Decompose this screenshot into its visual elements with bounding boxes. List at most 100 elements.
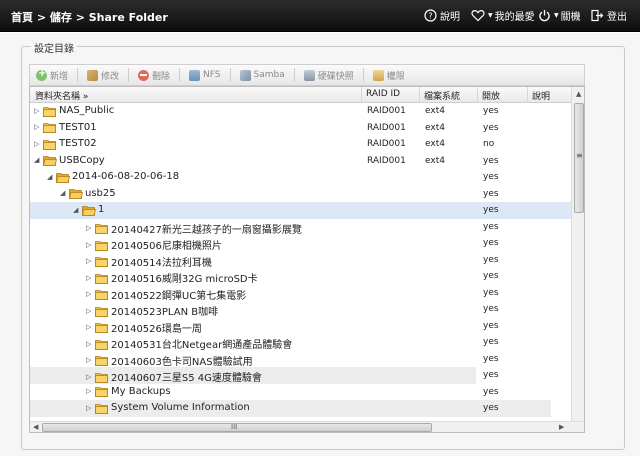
table-row[interactable]: ◢ 1 yes	[30, 202, 571, 219]
folder-name-cell: ▷ TEST02	[34, 138, 97, 150]
table-row[interactable]: ◢ 2014-06-08-20-06-18 yes	[30, 169, 571, 186]
column-header-public[interactable]: 開放	[482, 89, 500, 102]
scroll-up-icon[interactable]: ▲	[576, 90, 581, 98]
folder-name: 1	[98, 204, 105, 215]
logout-label: 登出	[607, 12, 627, 23]
expand-arrow-icon[interactable]: ▷	[34, 123, 43, 131]
help-link[interactable]: ? 說明	[424, 8, 460, 23]
folder-name: 20140516威剛32G microSD卡	[111, 274, 258, 285]
folder-grid: 資料夾名稱 » RAID ID 檔案系統 開放 說明 ▷ NAS_Public RA…	[29, 86, 585, 433]
column-header-desc[interactable]: 說明	[532, 89, 550, 102]
folder-name: 20140522鋼彈UC第七集電影	[111, 290, 247, 302]
samba-icon	[239, 69, 251, 81]
table-row[interactable]: ▷ 20140526環島一周 yes	[30, 318, 571, 335]
vertical-scroll-thumb[interactable]: ≡	[574, 103, 584, 213]
expand-arrow-icon[interactable]: ▷	[86, 356, 95, 364]
table-row[interactable]: ▷ NAS_Public RAID001 ext4 yes	[30, 103, 571, 120]
table-row[interactable]: ▷ 20140523PLAN B咖啡 yes	[30, 301, 571, 318]
table-row[interactable]: ▷ 20140603色卡司NAS體驗試用 yes	[30, 351, 571, 368]
expanded-arrow-icon[interactable]: ◢	[73, 206, 82, 214]
samba-button[interactable]: Samba	[239, 69, 285, 81]
folder-name: USBCopy	[59, 154, 105, 166]
table-row[interactable]: ◢ usb25 yes	[30, 186, 571, 203]
public-cell: yes	[483, 287, 499, 298]
table-row[interactable]: ▷ 20140522鋼彈UC第七集電影 yes	[30, 285, 571, 302]
table-row[interactable]: ▷ TEST01 RAID001 ext4 yes	[30, 120, 571, 137]
column-divider	[527, 87, 528, 102]
expand-arrow-icon[interactable]: ▷	[86, 387, 95, 395]
expand-arrow-icon[interactable]: ▷	[86, 241, 95, 249]
column-header-raid[interactable]: RAID ID	[366, 89, 400, 99]
add-button[interactable]: + 新增	[36, 68, 69, 82]
shutdown-link[interactable]: ▼ 關機	[538, 8, 581, 23]
expand-arrow-icon[interactable]: ▷	[86, 340, 95, 348]
disk-icon	[303, 69, 315, 81]
folder-name-cell: ▷ 20140526環島一周	[86, 320, 202, 335]
horizontal-scrollbar[interactable]: ◀ III ▶	[30, 421, 584, 432]
scroll-right-icon[interactable]: ▶	[559, 423, 564, 431]
expanded-arrow-icon[interactable]: ◢	[34, 156, 43, 164]
expand-arrow-icon[interactable]: ▷	[86, 274, 95, 282]
table-row[interactable]: ▷ 20140506尼康相機照片 yes	[30, 235, 571, 252]
expand-arrow-icon[interactable]: ▷	[86, 373, 95, 381]
folder-name: 20140531台北Netgear網通產品體驗會	[111, 340, 293, 351]
public-cell: yes	[483, 403, 499, 413]
table-row[interactable]: ▷ 20140516威剛32G microSD卡 yes	[30, 268, 571, 285]
horizontal-scroll-thumb[interactable]: III	[42, 423, 432, 432]
vertical-scrollbar[interactable]: ▲ ≡	[571, 87, 584, 421]
public-cell: yes	[483, 337, 499, 347]
folder-name: 20140607三星S5 4G速度體驗會	[111, 373, 262, 384]
delete-button[interactable]: 刪除	[138, 69, 170, 82]
table-row[interactable]: ◢ USBCopy RAID001 ext4 yes	[30, 153, 571, 170]
public-cell: yes	[483, 271, 499, 281]
table-row[interactable]: ▷ 20140607三星S5 4G速度體驗會 yes	[30, 367, 499, 384]
folder-name-cell: ▷ 20140427新光三越孩子的一扇窗攝影展覽	[86, 221, 302, 236]
expand-arrow-icon[interactable]: ▷	[86, 307, 95, 315]
public-cell: yes	[483, 106, 499, 116]
folder-icon	[95, 403, 108, 414]
column-header-name[interactable]: 資料夾名稱 »	[35, 89, 88, 102]
filesystem-cell: ext4	[425, 139, 445, 149]
raid-id-cell: RAID001	[367, 139, 406, 149]
expand-arrow-icon[interactable]: ▷	[86, 323, 95, 331]
expand-arrow-icon[interactable]: ▷	[86, 257, 95, 265]
folder-icon	[95, 240, 108, 251]
expand-arrow-icon[interactable]: ▷	[34, 107, 43, 115]
logout-link[interactable]: 登出	[590, 8, 627, 23]
snapshot-button[interactable]: 硬碟快照	[303, 69, 354, 82]
table-row[interactable]: ▷ System Volume Information yes	[30, 400, 551, 417]
help-label: 說明	[440, 12, 460, 23]
chevron-down-icon: ▼	[488, 12, 493, 19]
add-label: 新增	[50, 71, 69, 82]
help-icon: ?	[424, 9, 437, 22]
permission-button[interactable]: 權限	[372, 69, 405, 82]
folder-name-cell: ◢ USBCopy	[34, 155, 105, 166]
favorites-link[interactable]: ▼ 我的最愛	[471, 8, 535, 23]
grid-body: ▷ NAS_Public RAID001 ext4 yes ▷ TEST01 RAID001 e…	[30, 103, 571, 421]
folder-name-cell: ◢ 2014-06-08-20-06-18	[47, 171, 179, 183]
table-row[interactable]: ▷ 20140514法拉利耳機 yes	[30, 252, 571, 269]
folder-name-cell: ▷ System Volume Information	[86, 402, 250, 414]
expand-arrow-icon[interactable]: ▷	[34, 140, 43, 148]
expand-arrow-icon[interactable]: ▷	[86, 290, 95, 298]
table-row[interactable]: ▷ 20140531台北Netgear網通產品體驗會 yes	[30, 334, 571, 351]
column-header-fs[interactable]: 檔案系統	[424, 89, 460, 102]
folder-icon	[95, 355, 108, 366]
table-row[interactable]: ▷ TEST02 RAID001 ext4 no	[30, 136, 571, 153]
folder-icon	[43, 106, 56, 117]
breadcrumb[interactable]: 首頁 > 儲存 > Share Folder	[11, 9, 168, 25]
expand-arrow-icon[interactable]: ▷	[86, 224, 95, 232]
folder-name-cell: ◢ 1	[73, 204, 105, 216]
folder-icon	[95, 386, 108, 397]
scroll-left-icon[interactable]: ◀	[33, 423, 38, 431]
expanded-arrow-icon[interactable]: ◢	[47, 173, 56, 181]
expand-arrow-icon[interactable]: ▷	[86, 404, 95, 412]
folder-name: TEST02	[59, 138, 97, 149]
edit-button[interactable]: 修改	[87, 69, 119, 82]
table-row[interactable]: ▷ My Backups yes	[30, 384, 571, 401]
nfs-icon	[189, 69, 201, 81]
table-row[interactable]: ▷ 20140427新光三越孩子的一扇窗攝影展覽 yes	[30, 219, 571, 236]
expanded-arrow-icon[interactable]: ◢	[60, 189, 69, 197]
nfs-button[interactable]: NFS	[189, 69, 221, 81]
permission-label: 權限	[386, 71, 405, 82]
